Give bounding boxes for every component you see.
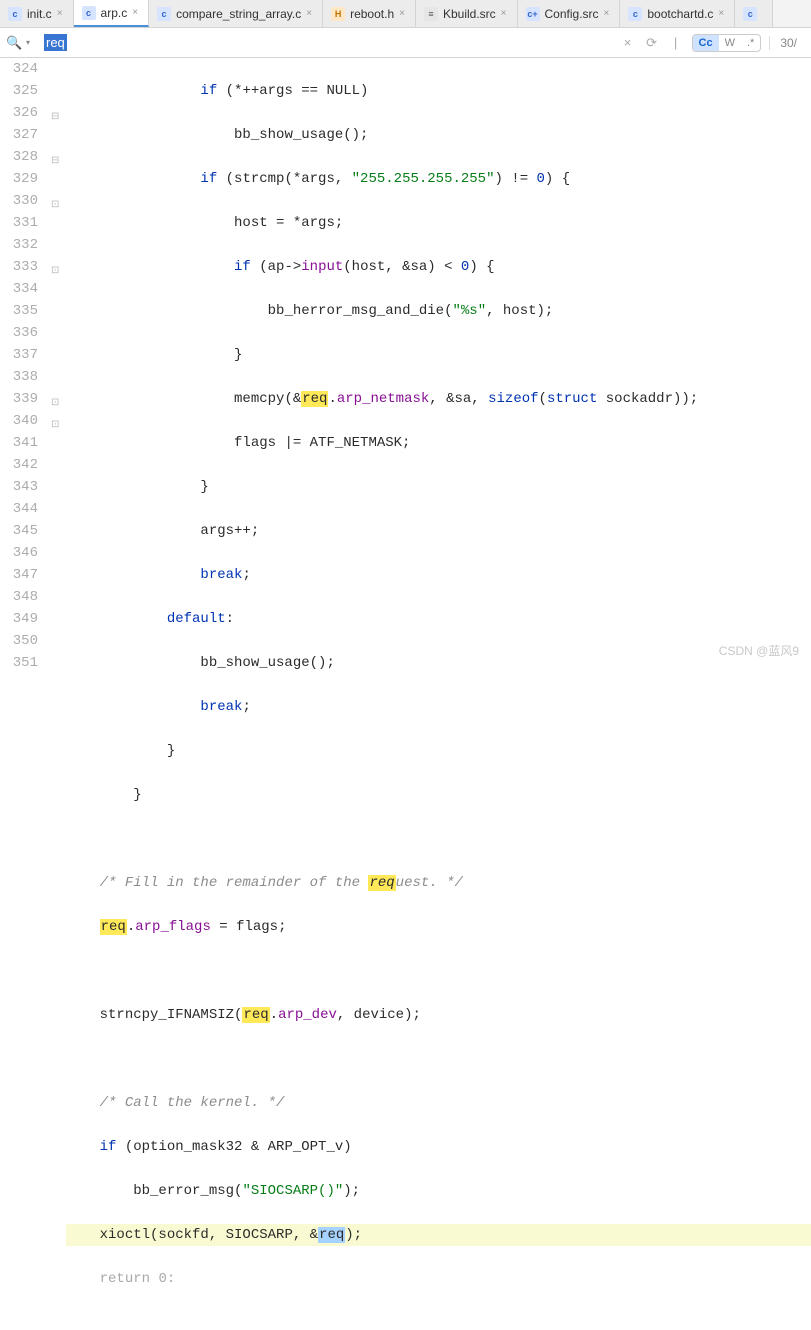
- c-file-icon: c: [628, 7, 642, 21]
- line-number: 332: [0, 234, 38, 256]
- tab-label: compare_string_array.c: [176, 7, 301, 21]
- line-number: 331: [0, 212, 38, 234]
- tab-config-src[interactable]: c+ Config.src ×: [518, 0, 621, 27]
- c-file-icon: c: [82, 6, 96, 20]
- line-number: 346: [0, 542, 38, 564]
- line-number: 335: [0, 300, 38, 322]
- line-number: 330: [0, 190, 38, 212]
- find-bar: 🔍 ▾ req × ⟳ | Cc W .* 30/: [0, 28, 811, 58]
- fold-marker-icon[interactable]: ⊡: [51, 261, 59, 283]
- tab-reboot-h[interactable]: Hreboot.h ×: [323, 0, 416, 27]
- line-number: 325: [0, 80, 38, 102]
- line-number: 351: [0, 652, 38, 674]
- c-file-icon: c: [8, 7, 22, 21]
- tab-arp-c[interactable]: c arp.c ×: [74, 0, 150, 27]
- tab-label: init.c: [27, 7, 52, 21]
- close-icon[interactable]: ×: [57, 8, 63, 19]
- tab-label: bootchartd.c: [647, 7, 713, 21]
- tab-compare-string-array-c[interactable]: c compare_string_array.c ×: [149, 0, 323, 27]
- line-number: 345: [0, 520, 38, 542]
- tab-label: arp.c: [101, 6, 128, 20]
- line-number: 340: [0, 410, 38, 432]
- tab-init-c[interactable]: c init.c ×: [0, 0, 74, 27]
- search-query-selected: req: [44, 34, 67, 51]
- search-mode-pill: Cc W .*: [692, 34, 762, 52]
- fold-marker-icon[interactable]: ⊟: [51, 151, 59, 173]
- line-number: 349: [0, 608, 38, 630]
- line-number: 327: [0, 124, 38, 146]
- fold-marker-icon[interactable]: ⊡: [51, 393, 59, 415]
- line-number: 339: [0, 388, 38, 410]
- separator: |: [668, 35, 684, 50]
- line-number: 324: [0, 58, 38, 80]
- line-number: 329: [0, 168, 38, 190]
- c-file-icon: c: [743, 7, 757, 21]
- tab-kbuild-src[interactable]: ≡ Kbuild.src ×: [416, 0, 518, 27]
- code-area[interactable]: if (*++args == NULL) bb_show_usage(); if…: [66, 58, 811, 665]
- search-history-icon[interactable]: ⟳: [644, 35, 660, 51]
- line-number: 328: [0, 146, 38, 168]
- line-number: 338: [0, 366, 38, 388]
- line-number: 348: [0, 586, 38, 608]
- close-icon[interactable]: ×: [132, 7, 138, 18]
- cpp-file-icon: c+: [526, 7, 540, 21]
- regex-toggle[interactable]: .*: [741, 35, 760, 51]
- close-icon[interactable]: ×: [604, 8, 610, 19]
- line-number: 344: [0, 498, 38, 520]
- watermark: CSDN @蓝风9: [719, 642, 799, 659]
- fold-marker-icon[interactable]: ⊡: [51, 195, 59, 217]
- line-number: 342: [0, 454, 38, 476]
- fold-marker-icon[interactable]: ⊟: [51, 107, 59, 129]
- match-count: 30/: [769, 36, 805, 50]
- tab-label: Kbuild.src: [443, 7, 496, 21]
- h-file-icon: H: [331, 7, 345, 21]
- line-number-gutter: 3243253263273283293303313323333343353363…: [0, 58, 48, 665]
- c-file-icon: c: [157, 7, 171, 21]
- close-icon[interactable]: ×: [501, 8, 507, 19]
- line-number: 337: [0, 344, 38, 366]
- tab-label: Config.src: [545, 7, 599, 21]
- code-editor[interactable]: 3243253263273283293303313323333343353363…: [0, 58, 811, 665]
- clear-search-icon[interactable]: ×: [620, 35, 636, 50]
- whole-word-toggle[interactable]: W: [719, 35, 741, 51]
- tab-label: reboot.h: [350, 7, 394, 21]
- search-icon[interactable]: 🔍: [6, 35, 20, 51]
- search-input[interactable]: req: [40, 33, 614, 52]
- close-icon[interactable]: ×: [399, 8, 405, 19]
- tab-bootchartd-c[interactable]: c bootchartd.c ×: [620, 0, 735, 27]
- case-sensitive-toggle[interactable]: Cc: [693, 35, 719, 51]
- line-number: 350: [0, 630, 38, 652]
- tab-bar: c init.c × c arp.c × c compare_string_array.c…: [0, 0, 811, 28]
- close-icon[interactable]: ×: [718, 8, 724, 19]
- tab-partial[interactable]: c: [735, 0, 773, 27]
- close-icon[interactable]: ×: [306, 8, 312, 19]
- line-number: 326: [0, 102, 38, 124]
- line-number: 341: [0, 432, 38, 454]
- line-number: 343: [0, 476, 38, 498]
- fold-column[interactable]: ⊟⊟⊡⊡⊡⊡: [48, 58, 66, 665]
- line-number: 334: [0, 278, 38, 300]
- search-options-dropdown-icon[interactable]: ▾: [26, 38, 34, 47]
- line-number: 333: [0, 256, 38, 278]
- line-number: 347: [0, 564, 38, 586]
- fold-marker-icon[interactable]: ⊡: [51, 415, 59, 437]
- line-number: 336: [0, 322, 38, 344]
- text-file-icon: ≡: [424, 7, 438, 21]
